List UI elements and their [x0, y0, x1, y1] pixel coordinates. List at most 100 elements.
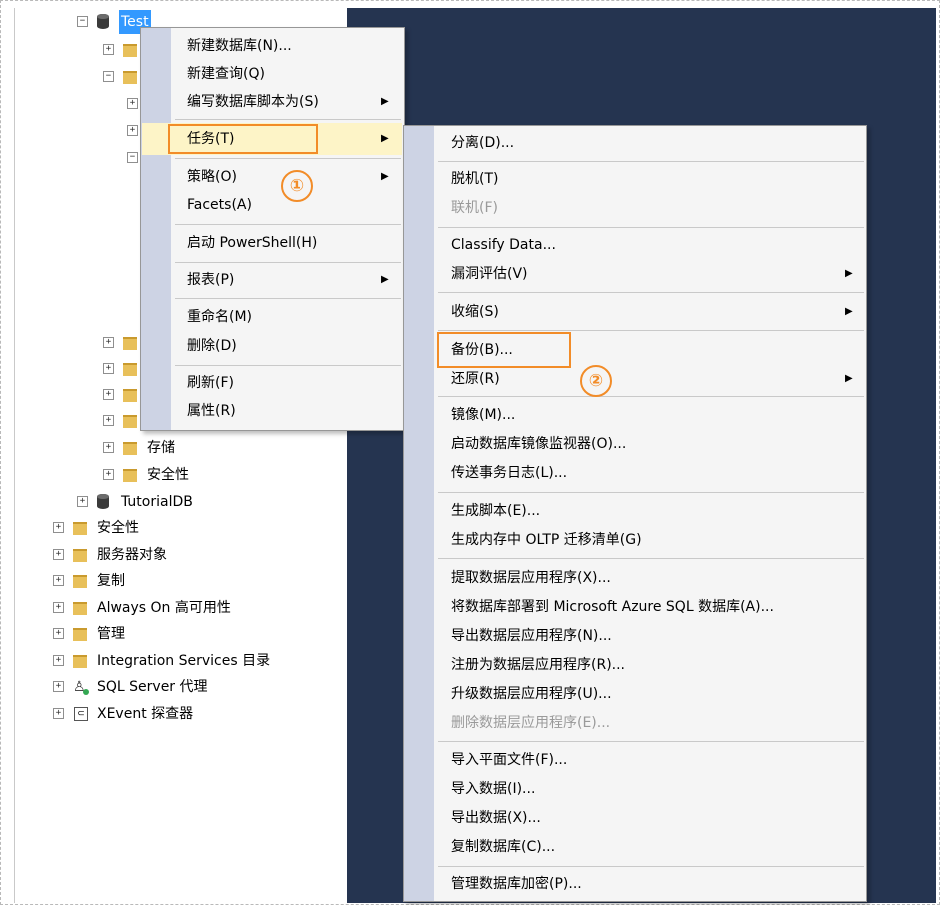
expand-icon[interactable]: +: [77, 496, 88, 507]
menu-separator: [175, 119, 401, 120]
menu-separator: [438, 396, 864, 397]
menu-item-import-flat-file[interactable]: 导入平面文件(F)...: [451, 747, 567, 773]
database-icon: [97, 14, 109, 29]
menu-separator: [438, 292, 864, 293]
expand-icon[interactable]: +: [103, 469, 114, 480]
tree-label: Integration Services 目录: [97, 653, 271, 669]
menu-separator: [175, 365, 401, 366]
collapse-icon[interactable]: −: [103, 71, 114, 82]
tasks-submenu: 分离(D)... 脱机(T) 联机(F) Classify Data... 漏洞…: [403, 125, 867, 902]
expand-icon[interactable]: +: [53, 681, 64, 692]
menu-item-shrink[interactable]: 收缩(S): [451, 299, 499, 325]
tree-label: 复制: [97, 573, 125, 589]
menu-gutter: [404, 126, 434, 901]
folder-icon: [73, 549, 87, 562]
expand-icon[interactable]: +: [53, 575, 64, 586]
menu-item-import-data[interactable]: 导入数据(I)...: [451, 776, 535, 802]
menu-item-script-database[interactable]: 编写数据库脚本为(S): [187, 89, 319, 115]
expand-icon[interactable]: +: [127, 125, 138, 136]
menu-gutter: [141, 28, 171, 430]
submenu-arrow-icon: ▶: [845, 373, 853, 384]
menu-separator: [438, 492, 864, 493]
menu-item-new-database[interactable]: 新建数据库(N)...: [187, 33, 292, 59]
expand-icon[interactable]: +: [127, 98, 138, 109]
folder-icon: [73, 655, 87, 668]
folder-icon: [123, 442, 137, 455]
menu-separator: [175, 224, 401, 225]
expand-icon[interactable]: +: [103, 337, 114, 348]
menu-item-oltp-migration[interactable]: 生成内存中 OLTP 迁移清单(G): [451, 527, 642, 553]
expand-icon[interactable]: +: [53, 628, 64, 639]
menu-separator: [438, 330, 864, 331]
folder-icon: [123, 44, 137, 57]
menu-item-facets[interactable]: Facets(A): [187, 192, 252, 218]
folder-icon: [73, 575, 87, 588]
tree-label: 存储: [147, 440, 175, 456]
menu-item-extract-dac[interactable]: 提取数据层应用程序(X)...: [451, 565, 611, 591]
menu-item-classify-data[interactable]: Classify Data...: [451, 232, 556, 258]
menu-item-generate-scripts[interactable]: 生成脚本(E)...: [451, 498, 540, 524]
submenu-arrow-icon: ▶: [845, 268, 853, 279]
menu-item-restore[interactable]: 还原(R): [451, 366, 500, 392]
folder-icon: [73, 628, 87, 641]
menu-item-delete[interactable]: 删除(D): [187, 333, 237, 359]
menu-separator: [438, 227, 864, 228]
expand-icon[interactable]: +: [53, 708, 64, 719]
menu-item-new-query[interactable]: 新建查询(Q): [187, 61, 265, 87]
menu-item-policies[interactable]: 策略(O): [187, 164, 237, 190]
tree-label: 服务器对象: [97, 547, 167, 563]
tree-label: 安全性: [97, 520, 139, 536]
menu-separator: [175, 262, 401, 263]
expand-icon[interactable]: +: [53, 655, 64, 666]
expand-icon[interactable]: +: [53, 522, 64, 533]
menu-item-vulnerability-assessment[interactable]: 漏洞评估(V): [451, 261, 528, 287]
menu-item-tasks[interactable]: 任务(T): [187, 126, 234, 152]
menu-separator: [175, 298, 401, 299]
expand-icon[interactable]: +: [103, 415, 114, 426]
folder-icon: [73, 522, 87, 535]
menu-item-upgrade-dac[interactable]: 升级数据层应用程序(U)...: [451, 681, 612, 707]
collapse-icon[interactable]: −: [77, 16, 88, 27]
tree-label: 管理: [97, 626, 125, 642]
expand-icon[interactable]: +: [103, 442, 114, 453]
menu-item-manage-encryption[interactable]: 管理数据库加密(P)...: [451, 871, 582, 897]
menu-item-reports[interactable]: 报表(P): [187, 267, 234, 293]
folder-icon: [73, 602, 87, 615]
folder-icon: [123, 337, 137, 350]
menu-item-backup[interactable]: 备份(B)...: [451, 337, 513, 363]
collapse-icon[interactable]: −: [127, 152, 138, 163]
expand-icon[interactable]: +: [103, 363, 114, 374]
menu-separator: [438, 558, 864, 559]
menu-item-deploy-azure[interactable]: 将数据库部署到 Microsoft Azure SQL 数据库(A)...: [451, 594, 774, 620]
expand-icon[interactable]: +: [103, 389, 114, 400]
submenu-arrow-icon: ▶: [381, 133, 389, 144]
menu-item-mirroring-monitor[interactable]: 启动数据库镜像监视器(O)...: [451, 431, 626, 457]
menu-item-copy-database[interactable]: 复制数据库(C)...: [451, 834, 555, 860]
folder-icon: [123, 71, 137, 84]
tree-label: 安全性: [147, 467, 189, 483]
submenu-arrow-icon: ▶: [381, 274, 389, 285]
expand-icon[interactable]: +: [103, 44, 114, 55]
menu-separator: [438, 161, 864, 162]
menu-item-take-offline[interactable]: 脱机(T): [451, 166, 498, 192]
menu-item-powershell[interactable]: 启动 PowerShell(H): [187, 230, 317, 256]
folder-icon: [123, 469, 137, 482]
expand-icon[interactable]: +: [53, 602, 64, 613]
menu-item-delete-dac: 删除数据层应用程序(E)...: [451, 715, 611, 731]
expand-icon[interactable]: +: [53, 549, 64, 560]
menu-item-rename[interactable]: 重命名(M): [187, 304, 252, 330]
database-icon: [97, 494, 109, 509]
tree-label: TutorialDB: [121, 494, 193, 510]
menu-item-detach[interactable]: 分离(D)...: [451, 130, 514, 156]
menu-item-register-dac[interactable]: 注册为数据层应用程序(R)...: [451, 652, 625, 678]
menu-item-export-data[interactable]: 导出数据(X)...: [451, 805, 541, 831]
xevent-icon: ⊂: [74, 707, 88, 721]
menu-item-refresh[interactable]: 刷新(F): [187, 370, 234, 396]
menu-item-export-dac[interactable]: 导出数据层应用程序(N)...: [451, 623, 612, 649]
tree-label: XEvent 探查器: [97, 706, 194, 722]
step-1-badge: ①: [281, 170, 313, 202]
folder-icon: [123, 389, 137, 402]
menu-item-mirror[interactable]: 镜像(M)...: [451, 402, 515, 428]
menu-item-log-shipping[interactable]: 传送事务日志(L)...: [451, 460, 567, 486]
menu-item-properties[interactable]: 属性(R): [187, 398, 236, 424]
